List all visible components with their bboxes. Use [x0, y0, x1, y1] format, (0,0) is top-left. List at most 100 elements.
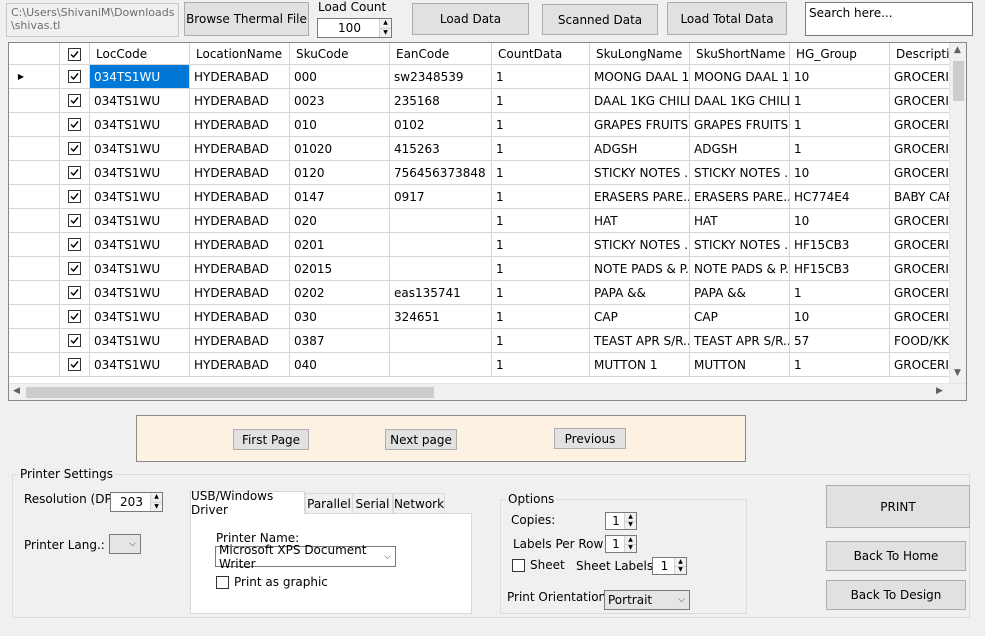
- table-cell[interactable]: STICKY NOTES ...: [590, 233, 690, 257]
- spin-up-icon[interactable]: ▲: [380, 19, 391, 29]
- spin-up-icon[interactable]: ▲: [151, 493, 162, 503]
- table-cell[interactable]: 034TS1WU: [90, 65, 190, 89]
- scroll-right-icon[interactable]: ▶: [936, 386, 943, 396]
- spin-down-icon[interactable]: ▼: [625, 544, 636, 552]
- table-cell[interactable]: 034TS1WU: [90, 89, 190, 113]
- print-button[interactable]: PRINT: [826, 485, 970, 528]
- table-cell[interactable]: [390, 257, 492, 281]
- table-cell[interactable]: HF15CB3: [790, 233, 890, 257]
- table-cell[interactable]: GROCERIES: [890, 137, 950, 161]
- table-cell[interactable]: 1: [492, 305, 590, 329]
- table-cell[interactable]: 1: [790, 353, 890, 377]
- table-cell[interactable]: ADGSH: [590, 137, 690, 161]
- table-cell[interactable]: 1: [492, 89, 590, 113]
- table-cell[interactable]: CAP: [590, 305, 690, 329]
- checkbox-checked-icon[interactable]: [68, 94, 81, 107]
- row-header[interactable]: [9, 89, 60, 113]
- table-cell[interactable]: GROCERIES: [890, 113, 950, 137]
- table-cell[interactable]: 1: [492, 257, 590, 281]
- table-cell[interactable]: NOTE PADS & P...: [590, 257, 690, 281]
- table-cell[interactable]: 0387: [290, 329, 390, 353]
- spin-down-icon[interactable]: ▼: [380, 28, 391, 37]
- checkbox-checked-icon[interactable]: [68, 262, 81, 275]
- checkbox-checked-icon[interactable]: [68, 358, 81, 371]
- checkbox-checked-icon[interactable]: [68, 190, 81, 203]
- table-cell[interactable]: STICKY NOTES ...: [690, 161, 790, 185]
- table-cell[interactable]: HYDERABAD: [190, 209, 290, 233]
- table-row[interactable]: 034TS1WUHYDERABAD0201HATHAT10GROCERIES: [9, 209, 950, 233]
- table-cell[interactable]: HAT: [690, 209, 790, 233]
- table-row[interactable]: ▶ 034TS1WU HYDERABAD 000 sw2348539 1 MOONG DAA…: [9, 65, 950, 89]
- table-cell[interactable]: 000: [290, 65, 390, 89]
- table-cell[interactable]: [390, 233, 492, 257]
- table-cell[interactable]: GROCERIES: [890, 65, 950, 89]
- header-select-all[interactable]: [60, 43, 90, 65]
- table-cell[interactable]: sw2348539: [390, 65, 492, 89]
- row-header[interactable]: [9, 305, 60, 329]
- scroll-up-icon[interactable]: ▲: [954, 45, 961, 55]
- back-to-home-button[interactable]: Back To Home: [826, 541, 966, 571]
- table-cell[interactable]: 1: [492, 185, 590, 209]
- labels-per-row-stepper[interactable]: 1 ▲ ▼: [605, 535, 637, 553]
- table-cell[interactable]: CAP: [690, 305, 790, 329]
- table-cell[interactable]: TEAST APR S/R...: [690, 329, 790, 353]
- row-select-cell[interactable]: [60, 161, 90, 185]
- table-cell[interactable]: 1: [790, 137, 890, 161]
- table-cell[interactable]: 10: [790, 305, 890, 329]
- table-cell[interactable]: 034TS1WU: [90, 281, 190, 305]
- table-cell[interactable]: 10: [790, 65, 890, 89]
- table-cell[interactable]: DAAL 1KG CHILD: [590, 89, 690, 113]
- back-to-design-button[interactable]: Back To Design: [826, 580, 966, 610]
- table-cell[interactable]: MOONG DAAL 1...: [590, 65, 690, 89]
- table-cell[interactable]: 1: [790, 281, 890, 305]
- table-cell[interactable]: GRAPES FRUITS: [590, 113, 690, 137]
- table-cell[interactable]: HYDERABAD: [190, 161, 290, 185]
- table-cell[interactable]: 0202: [290, 281, 390, 305]
- table-cell[interactable]: STICKY NOTES ...: [690, 233, 790, 257]
- table-cell[interactable]: 1: [492, 233, 590, 257]
- table-cell[interactable]: PAPA &&: [690, 281, 790, 305]
- row-header[interactable]: [9, 209, 60, 233]
- table-cell[interactable]: HAT: [590, 209, 690, 233]
- table-cell[interactable]: 1: [790, 89, 890, 113]
- row-header[interactable]: [9, 161, 60, 185]
- search-input[interactable]: Search here...: [805, 2, 973, 36]
- table-cell[interactable]: 040: [290, 353, 390, 377]
- sheet-option[interactable]: Sheet: [512, 558, 565, 572]
- row-select-cell[interactable]: [60, 281, 90, 305]
- table-cell[interactable]: GROCERIES: [890, 233, 950, 257]
- table-cell[interactable]: 0201: [290, 233, 390, 257]
- column-header-countdata[interactable]: CountData: [492, 43, 590, 65]
- table-cell[interactable]: HYDERABAD: [190, 137, 290, 161]
- table-row[interactable]: 034TS1WU HYDERABAD 0023 235168 1 DAAL 1KG CHI…: [9, 89, 950, 113]
- row-select-cell[interactable]: [60, 305, 90, 329]
- table-cell[interactable]: GROCERIES: [890, 353, 950, 377]
- column-header-skulongname[interactable]: SkuLongName: [590, 43, 690, 65]
- row-header[interactable]: [9, 137, 60, 161]
- table-cell[interactable]: eas135741: [390, 281, 492, 305]
- table-cell[interactable]: ERASERS PARE...: [690, 185, 790, 209]
- table-cell[interactable]: [390, 353, 492, 377]
- table-cell[interactable]: HYDERABAD: [190, 329, 290, 353]
- row-select-cell[interactable]: [60, 113, 90, 137]
- table-cell[interactable]: MUTTON 1: [590, 353, 690, 377]
- table-cell[interactable]: 034TS1WU: [90, 305, 190, 329]
- table-cell[interactable]: GROCERIES: [890, 281, 950, 305]
- table-cell[interactable]: GROCERIES: [890, 161, 950, 185]
- printer-name-select[interactable]: Microsoft XPS Document Writer ⌵: [215, 543, 396, 571]
- checkbox-checked-icon[interactable]: [68, 142, 81, 155]
- table-cell[interactable]: HYDERABAD: [190, 89, 290, 113]
- table-cell[interactable]: DAAL 1KG CHILD: [690, 89, 790, 113]
- print-orientation-select[interactable]: Portrait ⌵: [604, 590, 690, 610]
- table-cell[interactable]: 02015: [290, 257, 390, 281]
- table-cell[interactable]: HYDERABAD: [190, 233, 290, 257]
- column-header-loccode[interactable]: LocCode: [90, 43, 190, 65]
- load-data-button[interactable]: Load Data: [412, 3, 529, 35]
- first-page-button[interactable]: First Page: [233, 429, 309, 450]
- table-cell[interactable]: 034TS1WU: [90, 329, 190, 353]
- table-cell[interactable]: FOOD/KK: [890, 329, 950, 353]
- table-row[interactable]: 034TS1WU HYDERABAD 0201 1 STICKY NOTES ... ST…: [9, 233, 950, 257]
- table-cell[interactable]: MOONG DAAL 1...: [690, 65, 790, 89]
- table-cell[interactable]: [390, 329, 492, 353]
- vertical-scroll-thumb[interactable]: [953, 61, 964, 101]
